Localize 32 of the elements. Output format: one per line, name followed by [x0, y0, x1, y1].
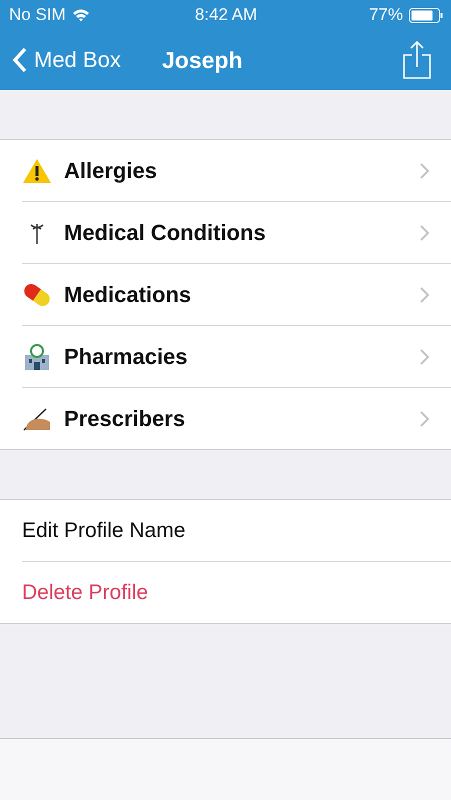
share-icon[interactable]: [403, 41, 431, 79]
menu-label: Medical Conditions: [64, 220, 267, 246]
clock-label: 8:42 AM: [194, 5, 258, 25]
chevron-right-icon: [420, 162, 429, 178]
menu-label: Allergies: [64, 158, 158, 184]
menu-row[interactable]: Pharmacies: [22, 325, 451, 387]
menu-label: Medications: [64, 282, 192, 308]
chevron-right-icon: [420, 286, 429, 302]
action-label: Edit Profile Name: [22, 518, 186, 542]
menu-row[interactable]: Medical Conditions: [22, 201, 451, 263]
building-icon: [22, 342, 52, 370]
action-row[interactable]: Delete Profile: [22, 561, 451, 623]
chevron-right-icon: [420, 224, 429, 240]
pill-icon: [22, 282, 52, 308]
chevron-right-icon: [420, 410, 429, 426]
menu-row[interactable]: Allergies: [0, 140, 451, 201]
action-row[interactable]: Edit Profile Name: [0, 500, 451, 561]
menu-label: Prescribers: [64, 406, 186, 432]
back-button[interactable]: Med Box: [12, 47, 162, 73]
menu-label: Pharmacies: [64, 344, 189, 370]
carrier-label: No SIM: [9, 5, 66, 25]
wifi-icon: [72, 8, 90, 22]
battery-percentage: 77%: [368, 5, 403, 25]
menu-row[interactable]: Medications: [22, 263, 451, 325]
menu-row[interactable]: Prescribers: [22, 387, 451, 449]
chevron-left-icon: [12, 47, 28, 73]
warning-icon: [22, 158, 52, 184]
chevron-right-icon: [420, 348, 429, 364]
battery-icon: [409, 8, 443, 22]
action-label: Delete Profile: [22, 580, 148, 604]
nav-title: Joseph: [162, 46, 243, 74]
writing-hand-icon: [22, 406, 52, 432]
